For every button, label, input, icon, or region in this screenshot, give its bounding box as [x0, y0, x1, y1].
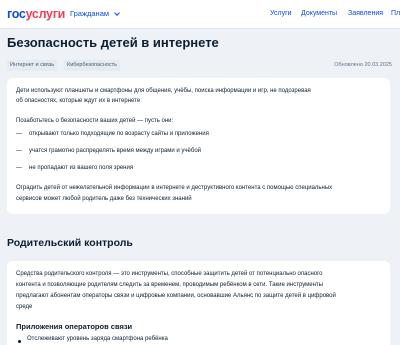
tag-cybersecurity[interactable]: Кибербезопасность [64, 60, 121, 71]
bullet-dot [18, 340, 21, 343]
subhead-operator-apps: Приложения операторов связи [16, 322, 133, 331]
logo-part-uslugi: услуги [25, 7, 66, 21]
parental-line: предлагают абонентам операторы связи и ц… [16, 293, 336, 299]
list-item: учатся грамотно распределять время между… [29, 148, 202, 154]
intro-line: об опасностях, которые ждут их в интерне… [16, 98, 141, 104]
intro-card: Дети используют планшеты и смартфоны для… [7, 78, 390, 214]
outro-line: сервисов может любой родитель даже без т… [16, 196, 192, 202]
nav-link-payments[interactable]: Пл [391, 10, 400, 17]
tag-internet[interactable]: Интернет и связь [7, 60, 58, 71]
list-item: Отслеживают уровень заряда смартфона реб… [27, 336, 168, 342]
dash-marker: — [16, 165, 22, 171]
audience-label: Гражданам [70, 9, 110, 18]
audience-selector[interactable]: Гражданам [70, 9, 120, 18]
nav-link-applications[interactable]: Заявления [348, 10, 383, 17]
parental-line: контента и позволяющие родителям следить… [16, 282, 323, 288]
list-item: открывают только подходящие по возрасту … [29, 131, 209, 137]
dash-marker: — [16, 131, 22, 137]
dash-marker: — [16, 148, 22, 154]
parental-line: Средства родительского контроля — это ин… [16, 271, 323, 277]
intro-line: Дети используют планшеты и смартфоны для… [16, 88, 311, 94]
updated-date: Обновлено 20.03.2025 [334, 62, 392, 68]
nav-link-services[interactable]: Услуги [270, 10, 292, 17]
list-item: не пропадают из вашего поля зрения [29, 165, 134, 171]
chevron-down-icon [114, 9, 120, 16]
parental-card: Средства родительского контроля — это ин… [7, 261, 390, 345]
gosuslugi-logo[interactable]: госуслуги [7, 7, 65, 21]
nav-link-documents[interactable]: Документы [301, 10, 337, 17]
list-title: Позаботьтесь о безопасности ваших детей … [16, 118, 174, 124]
outro-line: Оградить детей от нежелательной информац… [16, 185, 333, 191]
site-header: госуслуги Гражданам Услуги Документы Зая… [0, 0, 400, 29]
page-title: Безопасность детей в интернете [7, 35, 219, 50]
parental-line: среде [16, 304, 33, 310]
logo-part-gos: гос [7, 7, 26, 21]
section-title-parental-control: Родительский контроль [7, 237, 133, 249]
